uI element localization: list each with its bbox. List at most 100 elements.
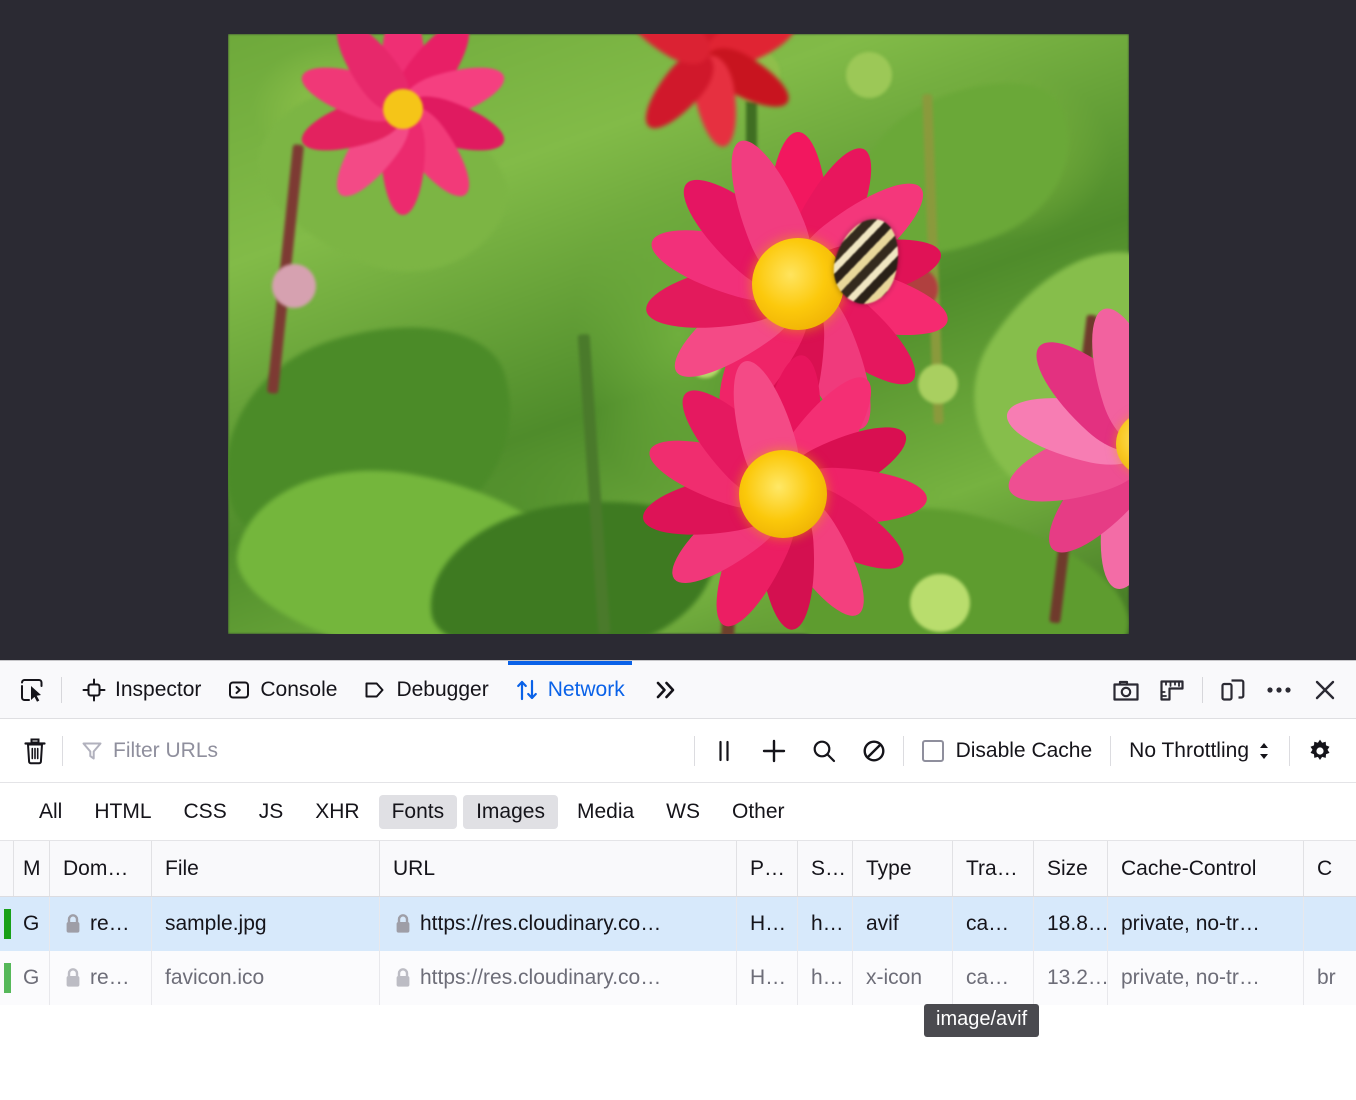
status-indicator xyxy=(4,963,11,993)
status-indicator xyxy=(4,909,11,939)
table-row[interactable]: G re… sample.jpg https:// xyxy=(0,897,1356,951)
ruler-icon xyxy=(1158,677,1186,703)
column-header-protocol[interactable]: P… xyxy=(737,841,798,896)
cell-size: 13.2… xyxy=(1034,951,1108,1005)
search-icon xyxy=(811,738,837,764)
more-options-button[interactable] xyxy=(1256,669,1302,711)
toolbar-divider xyxy=(62,736,63,766)
measure-button[interactable] xyxy=(1149,669,1195,711)
cell-url-text: https://res.cloudinary.co… xyxy=(420,966,661,990)
cell-file: sample.jpg xyxy=(152,897,380,951)
cell-connection xyxy=(1304,897,1356,951)
column-header-status[interactable] xyxy=(0,841,14,896)
type-filter-ws[interactable]: WS xyxy=(653,795,713,829)
responsive-design-mode-button[interactable] xyxy=(1210,669,1256,711)
toolbar-divider xyxy=(61,677,62,703)
column-header-domain[interactable]: Dom… xyxy=(50,841,152,896)
column-header-cache-control[interactable]: Cache-Control xyxy=(1108,841,1304,896)
cell-transferred: ca… xyxy=(953,951,1034,1005)
dahlia-flower-right xyxy=(998,294,1129,594)
column-header-transferred[interactable]: Tra… xyxy=(953,841,1034,896)
filter-urls-input[interactable]: Filter URLs xyxy=(67,729,690,773)
disable-cache-toggle[interactable]: Disable Cache xyxy=(908,729,1107,773)
tab-console[interactable]: Console xyxy=(214,661,350,718)
type-filter-images[interactable]: Images xyxy=(463,795,558,829)
ellipsis-icon xyxy=(1264,683,1294,697)
network-settings-button[interactable] xyxy=(1294,729,1346,773)
trash-icon xyxy=(22,737,48,765)
tab-debugger-label: Debugger xyxy=(396,678,488,702)
type-filter-fonts[interactable]: Fonts xyxy=(379,795,458,829)
column-header-method[interactable]: M xyxy=(14,841,50,896)
tab-debugger[interactable]: Debugger xyxy=(350,661,501,718)
disable-cache-label: Disable Cache xyxy=(956,739,1093,763)
close-devtools-button[interactable] xyxy=(1302,669,1348,711)
inspector-icon xyxy=(82,678,106,702)
clear-requests-button[interactable] xyxy=(12,729,58,773)
cell-protocol: H… xyxy=(737,897,798,951)
column-header-type[interactable]: Type xyxy=(853,841,953,896)
cell-cache-control: private, no-tr… xyxy=(1108,897,1304,951)
cell-transferred: ca… xyxy=(953,897,1034,951)
column-header-url[interactable]: URL xyxy=(380,841,737,896)
type-filter-js[interactable]: JS xyxy=(246,795,297,829)
flower-center xyxy=(752,238,844,330)
toolbar-divider xyxy=(903,736,904,766)
throttling-dropdown[interactable]: No Throttling xyxy=(1115,729,1285,773)
cell-url: https://res.cloudinary.co… xyxy=(380,951,737,1005)
type-filter-other[interactable]: Other xyxy=(719,795,798,829)
tab-inspector-label: Inspector xyxy=(115,678,201,702)
cell-domain-text: re… xyxy=(90,966,130,990)
cell-domain: re… xyxy=(50,897,152,951)
table-header-row: M Dom… File URL P… S… Type Tra… Size Cac… xyxy=(0,841,1356,897)
plus-icon xyxy=(760,737,788,765)
screenshot-button[interactable] xyxy=(1103,669,1149,711)
console-icon xyxy=(227,678,251,702)
network-requests-table: M Dom… File URL P… S… Type Tra… Size Cac… xyxy=(0,841,1356,1005)
column-header-file[interactable]: File xyxy=(152,841,380,896)
flower-photo[interactable] xyxy=(228,34,1129,634)
tab-inspector[interactable]: Inspector xyxy=(69,661,214,718)
type-filter-all[interactable]: All xyxy=(26,795,75,829)
element-picker-button[interactable] xyxy=(10,669,54,711)
funnel-icon xyxy=(81,740,103,762)
block-slash-icon xyxy=(861,738,887,764)
tab-network[interactable]: Network xyxy=(502,661,638,718)
cell-url: https://res.cloudinary.co… xyxy=(380,897,737,951)
new-request-button[interactable] xyxy=(749,729,799,773)
cell-url-text: https://res.cloudinary.co… xyxy=(420,912,661,936)
mime-type-tooltip: image/avif xyxy=(924,1004,1039,1037)
pause-recording-button[interactable] xyxy=(699,729,749,773)
type-filter-xhr[interactable]: XHR xyxy=(302,795,372,829)
cell-scheme: h… xyxy=(798,951,853,1005)
tab-console-label: Console xyxy=(260,678,337,702)
lock-icon xyxy=(393,967,413,989)
type-filter-media[interactable]: Media xyxy=(564,795,647,829)
column-header-size[interactable]: Size xyxy=(1034,841,1108,896)
request-blocking-button[interactable] xyxy=(849,729,899,773)
gear-icon xyxy=(1306,737,1334,765)
cell-type: x-icon xyxy=(853,951,953,1005)
type-filter-html[interactable]: HTML xyxy=(81,795,164,829)
search-requests-button[interactable] xyxy=(799,729,849,773)
cell-domain: re… xyxy=(50,951,152,1005)
toolbar-divider xyxy=(1289,736,1290,766)
column-header-scheme[interactable]: S… xyxy=(798,841,853,896)
lock-icon xyxy=(393,913,413,935)
flower-center xyxy=(739,450,827,538)
network-filter-toolbar: Filter URLs Disab xyxy=(0,719,1356,783)
flower-bud xyxy=(846,52,892,98)
filter-urls-placeholder: Filter URLs xyxy=(113,739,218,763)
devices-icon xyxy=(1219,677,1247,703)
cell-file: favicon.ico xyxy=(152,951,380,1005)
tab-network-label: Network xyxy=(548,678,625,702)
column-header-connection[interactable]: C xyxy=(1304,841,1356,896)
table-row[interactable]: G re… favicon.ico https:/ xyxy=(0,951,1356,1005)
cell-domain-text: re… xyxy=(90,912,130,936)
tool-tabs-overflow-button[interactable] xyxy=(644,669,688,711)
browser-content-viewport xyxy=(0,0,1356,660)
disable-cache-checkbox[interactable] xyxy=(922,740,944,762)
flower-center xyxy=(383,89,423,129)
cell-status xyxy=(0,951,14,1005)
type-filter-css[interactable]: CSS xyxy=(171,795,240,829)
